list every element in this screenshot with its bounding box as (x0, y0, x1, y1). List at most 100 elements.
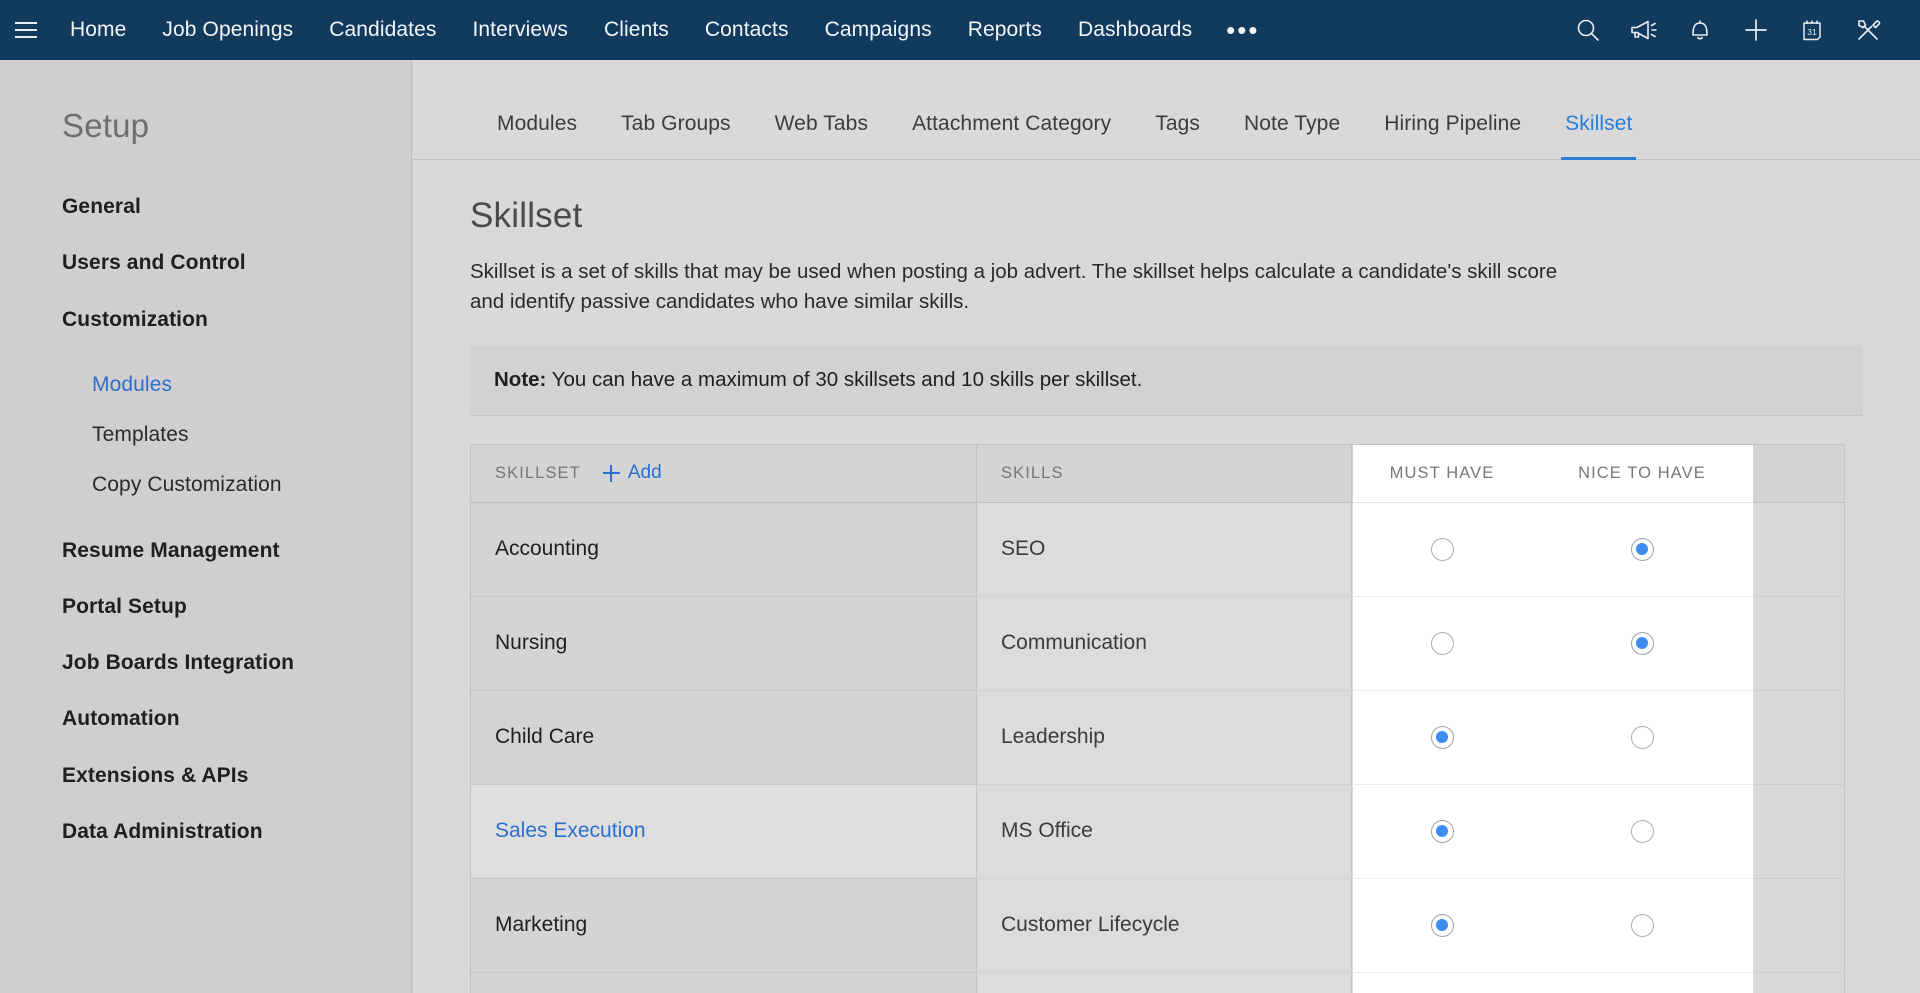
sidebar-item-copy-customization[interactable]: Copy Customization (0, 460, 411, 510)
search-icon[interactable] (1560, 0, 1616, 60)
cell-spacer (1752, 785, 1844, 879)
cell-skillset[interactable]: Child Care (471, 691, 977, 785)
tab-web-tabs[interactable]: Web Tabs (753, 112, 890, 159)
nav-item-dashboards[interactable]: Dashboards (1060, 0, 1210, 60)
skill-name: Sales process (977, 973, 1351, 993)
sidebar-item-data-administration[interactable]: Data Administration (0, 804, 411, 860)
nav-item-clients[interactable]: Clients (586, 0, 687, 60)
spacer-inner (1753, 879, 1844, 972)
skill-name: Customer Lifecycle (977, 879, 1351, 972)
must-have-radio[interactable] (1431, 538, 1454, 561)
nice-to-have-radio[interactable] (1631, 632, 1654, 655)
table-body: AccountingSEONursingCommunicationChild C… (471, 503, 1844, 993)
tab-hiring-pipeline[interactable]: Hiring Pipeline (1362, 112, 1543, 159)
cell-must-have (1352, 785, 1532, 879)
cell-spacer (1752, 503, 1844, 597)
cell-skill[interactable]: SEO (977, 503, 1352, 597)
hamburger-menu-icon[interactable] (0, 0, 52, 60)
header-label-nice-to-have: NICE TO HAVE (1578, 464, 1706, 483)
skill-name: Leadership (977, 691, 1351, 784)
nice-to-have-radio[interactable] (1631, 538, 1654, 561)
cell-nice-to-have (1532, 691, 1752, 785)
cell-skill[interactable]: Customer Lifecycle (977, 879, 1352, 973)
nice-to-have-cell-inner (1532, 879, 1752, 972)
cell-skillset[interactable]: Sales Execution (471, 785, 977, 879)
nav-item-home[interactable]: Home (52, 0, 144, 60)
tab-modules[interactable]: Modules (475, 112, 599, 159)
plus-icon[interactable] (1728, 0, 1784, 60)
bell-icon[interactable] (1672, 0, 1728, 60)
top-navigation-bar: Home Job Openings Candidates Interviews … (0, 0, 1920, 60)
add-skillset-button[interactable]: Add (603, 462, 662, 484)
nav-item-contacts[interactable]: Contacts (687, 0, 807, 60)
sidebar-group-gap (0, 511, 411, 523)
skillset-name: Accounting (471, 503, 976, 596)
header-cell-skillset: SKILLSET Add (471, 445, 977, 502)
must-have-radio[interactable] (1431, 914, 1454, 937)
sidebar-item-resume-management[interactable]: Resume Management (0, 523, 411, 579)
cell-nice-to-have (1532, 597, 1752, 691)
note-banner: Note: You can have a maximum of 30 skill… (470, 345, 1863, 416)
note-text: You can have a maximum of 30 skillsets a… (546, 368, 1142, 391)
skill-name: SEO (977, 503, 1351, 596)
cell-skill[interactable]: Communication (977, 597, 1352, 691)
nice-to-have-cell-inner (1532, 503, 1752, 596)
nav-item-candidates[interactable]: Candidates (311, 0, 454, 60)
cell-skill[interactable]: Sales process (977, 973, 1352, 993)
sidebar-item-job-boards-integration[interactable]: Job Boards Integration (0, 635, 411, 691)
nice-to-have-cell-inner (1532, 691, 1752, 784)
tools-icon[interactable] (1840, 0, 1896, 60)
must-have-radio[interactable] (1431, 726, 1454, 749)
cell-skillset[interactable]: Marketing (471, 879, 977, 973)
svg-text:31: 31 (1807, 27, 1817, 37)
nav-item-reports[interactable]: Reports (950, 0, 1060, 60)
cell-spacer (1752, 597, 1844, 691)
nice-to-have-cell-inner (1532, 597, 1752, 690)
must-have-radio[interactable] (1431, 820, 1454, 843)
cell-skillset[interactable]: Nursing (471, 597, 977, 691)
main-content: ModulesTab GroupsWeb TabsAttachment Cate… (413, 60, 1920, 993)
sidebar-item-customization[interactable]: Customization (0, 292, 411, 348)
sidebar-item-automation[interactable]: Automation (0, 691, 411, 747)
spacer-inner (1753, 785, 1844, 878)
page-description: Skillset is a set of skills that may be … (470, 236, 1575, 318)
calendar-icon[interactable]: 31 (1784, 0, 1840, 60)
nice-to-have-radio[interactable] (1631, 820, 1654, 843)
skillset-name: Sales Execution (471, 785, 976, 878)
megaphone-icon[interactable] (1616, 0, 1672, 60)
nav-more-button[interactable]: ••• (1210, 0, 1275, 60)
table-row: Child CareLeadership (471, 691, 1844, 785)
tab-tab-groups[interactable]: Tab Groups (599, 112, 753, 159)
cell-must-have (1352, 973, 1532, 993)
sidebar-item-extensions-apis[interactable]: Extensions & APIs (0, 748, 411, 804)
table-row: NursingCommunication (471, 597, 1844, 691)
sidebar-item-templates[interactable]: Templates (0, 410, 411, 460)
sidebar-item-users-and-control[interactable]: Users and Control (0, 235, 411, 291)
tab-tags[interactable]: Tags (1133, 112, 1222, 159)
must-have-cell-inner (1352, 785, 1532, 878)
sidebar-item-list: GeneralUsers and ControlCustomization Mod… (0, 145, 411, 860)
nav-icon-group: 31 (1560, 0, 1920, 60)
nice-to-have-radio[interactable] (1631, 726, 1654, 749)
sidebar-item-portal-setup[interactable]: Portal Setup (0, 579, 411, 635)
must-have-cell-inner (1352, 503, 1532, 596)
tab-note-type[interactable]: Note Type (1222, 112, 1362, 159)
tab-skillset[interactable]: Skillset (1543, 112, 1654, 159)
sidebar-item-modules[interactable]: Modules (0, 360, 411, 410)
must-have-radio[interactable] (1431, 632, 1454, 655)
nav-item-campaigns[interactable]: Campaigns (807, 0, 950, 60)
must-have-cell-inner (1352, 691, 1532, 784)
table-row: AccountingSEO (471, 503, 1844, 597)
cell-skill[interactable]: Leadership (977, 691, 1352, 785)
sidebar-item-general[interactable]: General (0, 179, 411, 235)
tab-attachment-category[interactable]: Attachment Category (890, 112, 1133, 159)
cell-skillset[interactable]: Software Development (471, 973, 977, 993)
skill-name: Communication (977, 597, 1351, 690)
header-cell-skills: SKILLS (977, 445, 1352, 502)
cell-skillset[interactable]: Accounting (471, 503, 977, 597)
nav-item-job-openings[interactable]: Job Openings (144, 0, 311, 60)
cell-nice-to-have (1532, 879, 1752, 973)
nice-to-have-radio[interactable] (1631, 914, 1654, 937)
cell-skill[interactable]: MS Office (977, 785, 1352, 879)
nav-item-interviews[interactable]: Interviews (454, 0, 586, 60)
